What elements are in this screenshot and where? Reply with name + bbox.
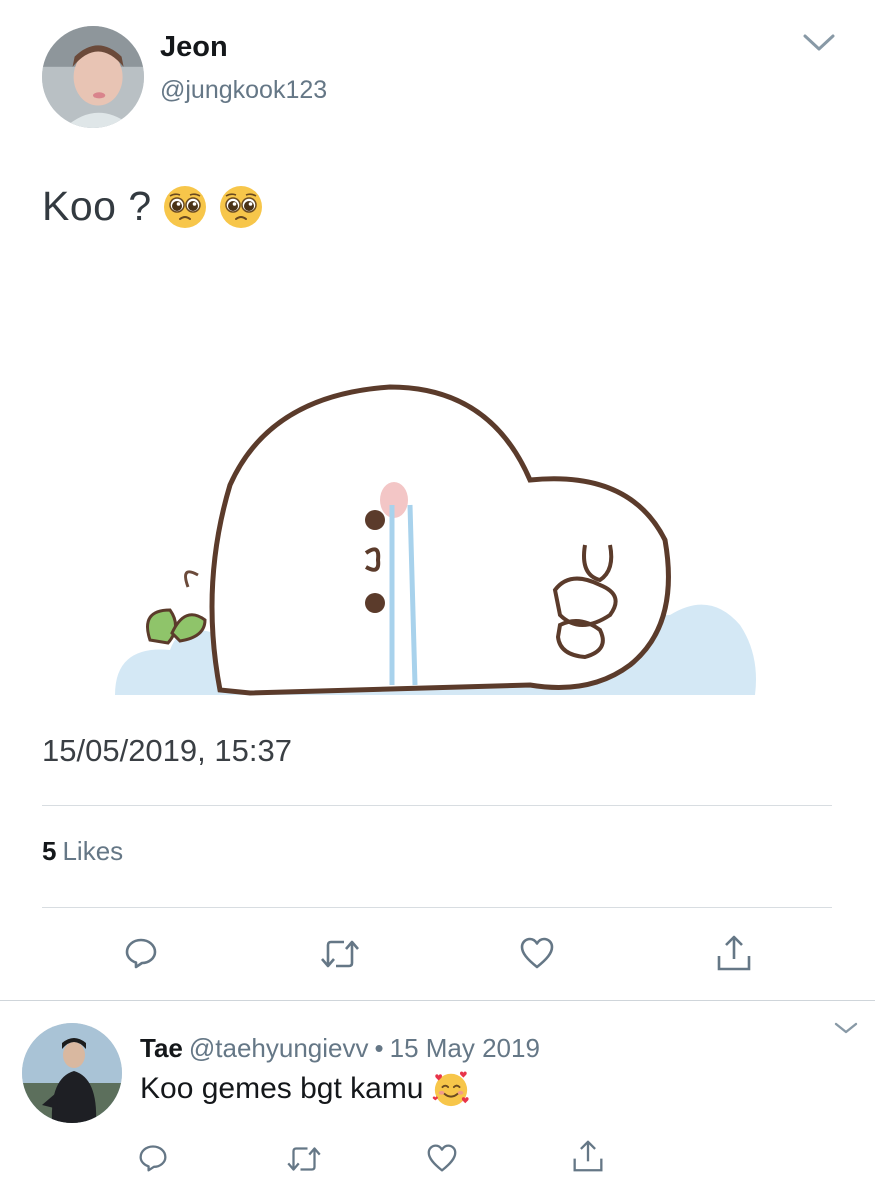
- smiling-face-with-hearts-emoji: [432, 1070, 470, 1108]
- like-heart-icon[interactable]: [426, 1143, 458, 1173]
- reply-author-avatar[interactable]: [22, 1023, 122, 1123]
- tweet-media-image[interactable]: [110, 365, 760, 705]
- reply-chevron-down-icon[interactable]: [833, 1020, 859, 1036]
- reply-icon[interactable]: [138, 1143, 168, 1173]
- author-display-name[interactable]: Jeon: [160, 31, 228, 64]
- reply-header: Tae @taehyungievv • 15 May 2019: [140, 1033, 540, 1064]
- tweet-detail-screen: Jeon @jungkook123 Koo ? 15/05/2019, 15:3…: [0, 0, 875, 1200]
- reply-text-content: Koo gemes bgt kamu: [140, 1072, 424, 1105]
- pleading-face-emoji: [162, 184, 208, 230]
- like-heart-icon[interactable]: [519, 936, 555, 970]
- likes-label: Likes: [62, 836, 124, 866]
- divider: [0, 1000, 875, 1001]
- tweet-text-content: Koo ?: [42, 183, 152, 229]
- reply-author-name[interactable]: Tae: [140, 1033, 183, 1063]
- reply-author-handle[interactable]: @taehyungievv: [189, 1033, 369, 1063]
- reply-date[interactable]: 15 May 2019: [390, 1033, 540, 1063]
- retweet-icon[interactable]: [284, 1145, 324, 1173]
- reply-icon[interactable]: [124, 936, 158, 970]
- pleading-face-emoji: [218, 184, 264, 230]
- divider: [42, 805, 832, 806]
- likes-count-link[interactable]: 5 Likes: [42, 836, 123, 867]
- share-icon[interactable]: [572, 1139, 604, 1173]
- author-handle[interactable]: @jungkook123: [160, 76, 327, 105]
- divider: [42, 907, 832, 908]
- likes-count: 5: [42, 836, 57, 866]
- tweet-timestamp: 15/05/2019, 15:37: [42, 733, 292, 768]
- author-avatar[interactable]: [42, 26, 144, 128]
- share-icon[interactable]: [716, 934, 752, 972]
- chevron-down-icon[interactable]: [801, 30, 837, 54]
- tweet-text: Koo ?: [42, 183, 264, 230]
- reply-text: Koo gemes bgt kamu: [140, 1070, 470, 1108]
- reply-separator: •: [374, 1033, 384, 1063]
- retweet-icon[interactable]: [318, 938, 362, 970]
